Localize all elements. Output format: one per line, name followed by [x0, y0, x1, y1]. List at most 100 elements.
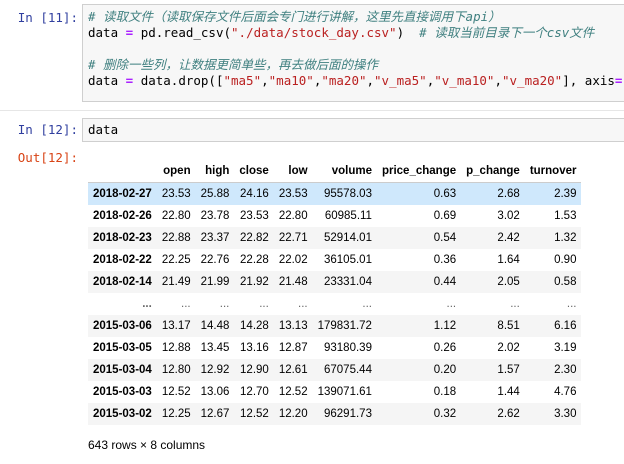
column-header: close [234, 160, 274, 183]
table-cell: 13.16 [240, 342, 269, 354]
code-token: , [261, 73, 269, 88]
code-cell-2[interactable]: In [12]: data [0, 116, 624, 146]
table-cell: ... [510, 298, 520, 310]
table-cell: 23.53 [278, 188, 308, 200]
table-cell: 179831.72 [317, 320, 372, 332]
table-cell: 2.39 [554, 188, 577, 200]
table-cell: 21.99 [200, 276, 230, 288]
table-cell: 2.30 [554, 364, 577, 376]
table-cell: ... [566, 298, 577, 310]
code-cell-1[interactable]: In [11]: # 读取文件（读取保存文件后面会专门进行讲解，这里先直接调用下… [0, 0, 624, 105]
table-cell: 12.88 [161, 342, 191, 354]
table-cell: 2.68 [497, 188, 520, 200]
table-cell: 0.69 [433, 210, 457, 222]
table-cell: 12.52 [240, 408, 269, 420]
table-cell: 14.28 [240, 320, 269, 332]
table-cell: 1.57 [497, 364, 520, 376]
output-prompt: Out[12]: [17, 150, 78, 165]
table-cell: 12.87 [278, 342, 308, 354]
table-cell: 1.12 [433, 320, 457, 332]
code-token: data [88, 25, 126, 40]
column-header: volume [312, 160, 377, 183]
table-cell: ... [259, 298, 269, 310]
cell-separator [0, 110, 624, 111]
table-cell: 0.20 [433, 364, 457, 376]
table-cell: 23.53 [240, 210, 269, 222]
table-cell: ... [298, 298, 308, 310]
row-index: 2018-02-23 [93, 232, 152, 244]
table-cell: 23331.04 [324, 276, 372, 288]
table-cell: 22.88 [161, 232, 191, 244]
table-cell: 1.64 [497, 254, 520, 266]
table-cell: 21.48 [278, 276, 308, 288]
table-cell: 67075.44 [324, 364, 372, 376]
table-cell: 0.44 [433, 276, 457, 288]
input-prompt: In [11]: [17, 10, 78, 25]
table-cell: 93180.39 [324, 342, 372, 354]
code-token: "ma10" [268, 73, 314, 88]
row-index: ... [142, 298, 152, 310]
column-header: low [273, 160, 313, 183]
table-cell: 22.25 [161, 254, 191, 266]
code-token: , [494, 73, 502, 88]
row-index: 2018-02-26 [93, 210, 152, 222]
table-cell: 12.90 [240, 364, 269, 376]
table-cell: 22.80 [161, 210, 191, 222]
table-cell: 22.02 [278, 254, 308, 266]
table-cell: 23.78 [200, 210, 230, 222]
table-cell: 12.80 [161, 364, 191, 376]
table-cell: 13.45 [200, 342, 230, 354]
table-header-row: open high close low volume price_change p_chan… [88, 160, 582, 183]
row-index: 2015-03-05 [93, 342, 152, 354]
column-header: open [156, 160, 196, 183]
table-cell: 0.90 [554, 254, 577, 266]
table-cell: 6.16 [554, 320, 577, 332]
table-cell: 1.32 [554, 232, 577, 244]
table-row: 2015-03-06 13.17 14.48 14.28 13.13 179831.72 1… [88, 315, 582, 337]
table-cell: 24.16 [240, 188, 269, 200]
row-index: 2015-03-03 [93, 386, 152, 398]
row-index: 2015-03-04 [93, 364, 152, 376]
table-row: 2018-02-27 23.53 25.88 24.16 23.53 95578.03 0.… [88, 182, 582, 205]
code-line: data = pd.read_csv("./data/stock_day.csv… [88, 25, 594, 41]
code-token: "v_ma5" [374, 73, 427, 88]
table-cell: 22.82 [240, 232, 269, 244]
table-cell: 12.52 [161, 386, 191, 398]
code-line: data [88, 122, 119, 137]
table-cell: ... [446, 298, 457, 310]
table-cell: 12.61 [278, 364, 308, 376]
code-token: # 读取当前目录下一个csv文件 [419, 25, 595, 40]
table-cell: ... [181, 298, 191, 310]
row-index: 2015-03-02 [93, 408, 152, 420]
table-cell: 2.62 [497, 408, 520, 420]
table-cell: 3.19 [554, 342, 577, 354]
code-line: data = data.drop(["ma5","ma10","ma20","v… [88, 73, 624, 89]
table-cell: 2.02 [497, 342, 520, 354]
table-cell: 12.20 [278, 408, 308, 420]
code-token: ], axis [562, 73, 615, 88]
table-row: 2018-02-22 22.25 22.76 22.28 22.02 36105.01 0.… [88, 249, 581, 271]
row-index: 2018-02-22 [93, 254, 152, 266]
table-cell: 2.42 [497, 232, 520, 244]
table-cell: 13.06 [200, 386, 230, 398]
code-token: data.drop([ [133, 73, 224, 88]
table-cell: 96291.73 [324, 408, 372, 420]
table-cell: 36105.01 [324, 254, 372, 266]
table-cell: 52914.01 [324, 232, 372, 244]
table-cell: 8.51 [497, 320, 520, 332]
table-cell: 0.63 [433, 188, 457, 200]
code-token: data [88, 73, 126, 88]
table-cell: 25.88 [200, 188, 230, 200]
code-token: "ma20" [321, 73, 367, 88]
table-cell: 13.17 [161, 320, 191, 332]
table-cell: 22.71 [278, 232, 308, 244]
table-cell: 0.32 [433, 408, 457, 420]
table-cell: 0.58 [554, 276, 577, 288]
code-editor[interactable]: data [82, 118, 624, 142]
row-index: 2018-02-14 [93, 276, 152, 288]
code-token: "./data/stock_day.csv" [231, 25, 397, 40]
code-line: # 读取文件（读取保存文件后面会专门进行讲解，这里先直接调用下api） [88, 9, 501, 25]
table-cell: 1.44 [497, 386, 520, 398]
code-line: # 删除一些列，让数据更简单些，再去做后面的操作 [88, 57, 378, 73]
code-editor[interactable]: # 读取文件（读取保存文件后面会专门进行讲解，这里先直接调用下api） data … [82, 4, 624, 102]
